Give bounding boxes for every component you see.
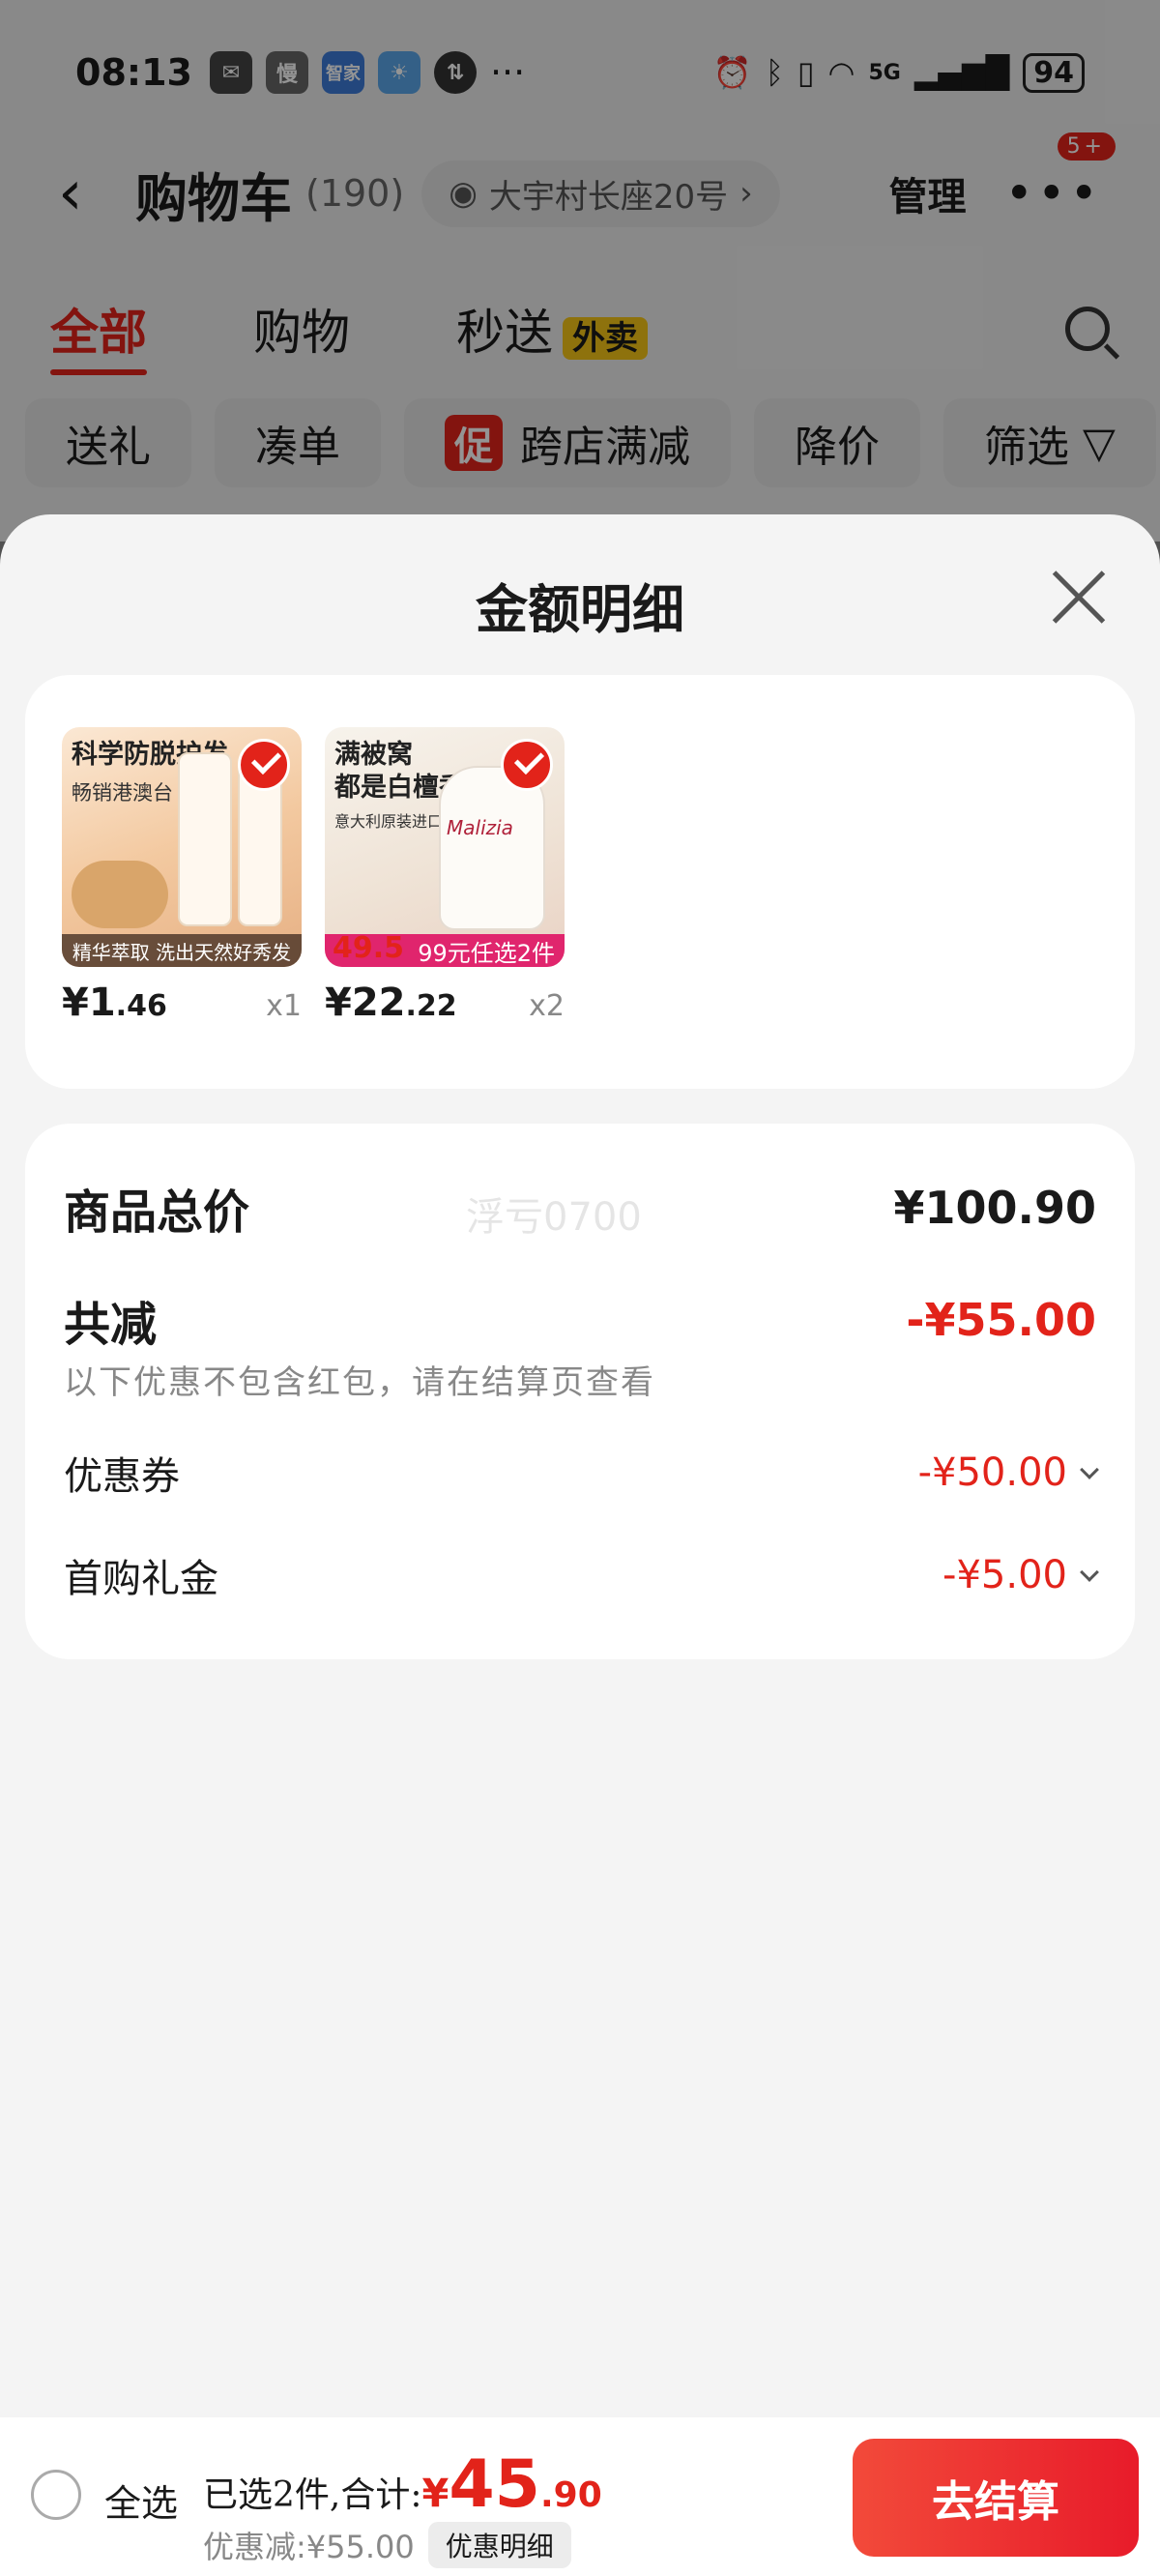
total-price-value: ¥100.90 bbox=[893, 1182, 1096, 1234]
product-image-subtitle: 意大利原装进口 bbox=[334, 812, 444, 831]
herb-root-graphic bbox=[72, 861, 168, 928]
total-reduction-row: 共减 -¥55.00 bbox=[64, 1286, 1096, 1354]
coupon-row[interactable]: 优惠券 -¥50.00 bbox=[64, 1445, 1099, 1501]
product-price-decimal: .46 bbox=[115, 989, 167, 1023]
coupon-label: 优惠券 bbox=[64, 1454, 180, 1499]
total-amount: 45 bbox=[449, 2446, 540, 2523]
coupon-value-wrap: -¥50.00 bbox=[917, 1450, 1099, 1495]
bottle-brand: Malizia bbox=[447, 816, 513, 839]
product-image-subtitle: 畅销港澳台 bbox=[72, 781, 173, 805]
chevron-down-icon bbox=[1080, 1563, 1099, 1582]
discount-line: 优惠减:¥55.00 优惠明细 bbox=[203, 2522, 571, 2568]
product-price-row: ¥1 .46 x1 bbox=[62, 981, 302, 1025]
product-image-price: 49.5 bbox=[333, 931, 405, 965]
total-price-label: 商品总价 bbox=[64, 1186, 250, 1240]
selected-check-icon[interactable] bbox=[238, 739, 290, 791]
product-price-decimal: .22 bbox=[405, 989, 457, 1023]
checkout-bar: 全选 已选2件,合计: ¥ 45 .90 优惠减:¥55.00 优惠明细 去结算 bbox=[0, 2417, 1160, 2576]
product-item[interactable]: 科学防脱护发 畅销港澳台 精华萃取 洗出天然好秀发 ¥1 .46 x1 bbox=[62, 727, 302, 1025]
close-icon[interactable] bbox=[1050, 569, 1108, 627]
coupon-value: -¥50.00 bbox=[917, 1450, 1067, 1495]
product-quantity: x1 bbox=[266, 989, 302, 1023]
selected-products-card: 科学防脱护发 畅销港澳台 精华萃取 洗出天然好秀发 ¥1 .46 x1 满被窝 … bbox=[25, 675, 1135, 1089]
reduction-note: 以下优惠不包含红包，请在结算页查看 bbox=[64, 1363, 655, 1402]
total-reduction-label: 共减 bbox=[64, 1298, 158, 1352]
total-currency: ¥ bbox=[421, 2472, 450, 2516]
product-price: ¥22 bbox=[325, 981, 406, 1025]
selected-total: 已选2件,合计: ¥ 45 .90 bbox=[203, 2446, 602, 2523]
sheet-title: 金额明细 bbox=[476, 578, 684, 640]
total-amount-decimal: .90 bbox=[539, 2475, 602, 2515]
product-quantity: x2 bbox=[529, 989, 565, 1023]
first-purchase-gift-row[interactable]: 首购礼金 -¥5.00 bbox=[64, 1547, 1099, 1603]
product-item[interactable]: 满被窝 都是白檀香 意大利原装进口 Malizia 99元任选2件 49.5 ¥… bbox=[325, 727, 565, 1025]
first-purchase-gift-label: 首购礼金 bbox=[64, 1557, 218, 1601]
discount-detail-button[interactable]: 优惠明细 bbox=[427, 2522, 571, 2568]
checkout-button[interactable]: 去结算 bbox=[853, 2439, 1139, 2557]
select-all-radio[interactable] bbox=[31, 2470, 81, 2520]
total-reduction-value: -¥55.00 bbox=[906, 1294, 1096, 1346]
select-all-label[interactable]: 全选 bbox=[104, 2474, 178, 2527]
chevron-down-icon bbox=[1080, 1460, 1099, 1479]
discount-text: 优惠减:¥55.00 bbox=[203, 2529, 415, 2565]
product-image-band: 精华萃取 洗出天然好秀发 bbox=[62, 934, 302, 967]
product-image: 满被窝 都是白檀香 意大利原装进口 Malizia 99元任选2件 49.5 bbox=[325, 727, 565, 967]
product-price: ¥1 bbox=[62, 981, 116, 1025]
watermark: 浮亏0700 bbox=[466, 1195, 642, 1240]
first-purchase-gift-value-wrap: -¥5.00 bbox=[942, 1553, 1099, 1597]
selected-count-label: 已选2件,合计: bbox=[203, 2475, 422, 2515]
price-detail-sheet: 金额明细 科学防脱护发 畅销港澳台 精华萃取 洗出天然好秀发 ¥1 .46 x1… bbox=[0, 514, 1160, 2576]
shampoo-bottle-graphic bbox=[178, 752, 232, 926]
product-price-row: ¥22 .22 x2 bbox=[325, 981, 565, 1025]
first-purchase-gift-value: -¥5.00 bbox=[942, 1553, 1067, 1597]
selected-check-icon[interactable] bbox=[501, 739, 553, 791]
product-image: 科学防脱护发 畅销港澳台 精华萃取 洗出天然好秀发 bbox=[62, 727, 302, 967]
